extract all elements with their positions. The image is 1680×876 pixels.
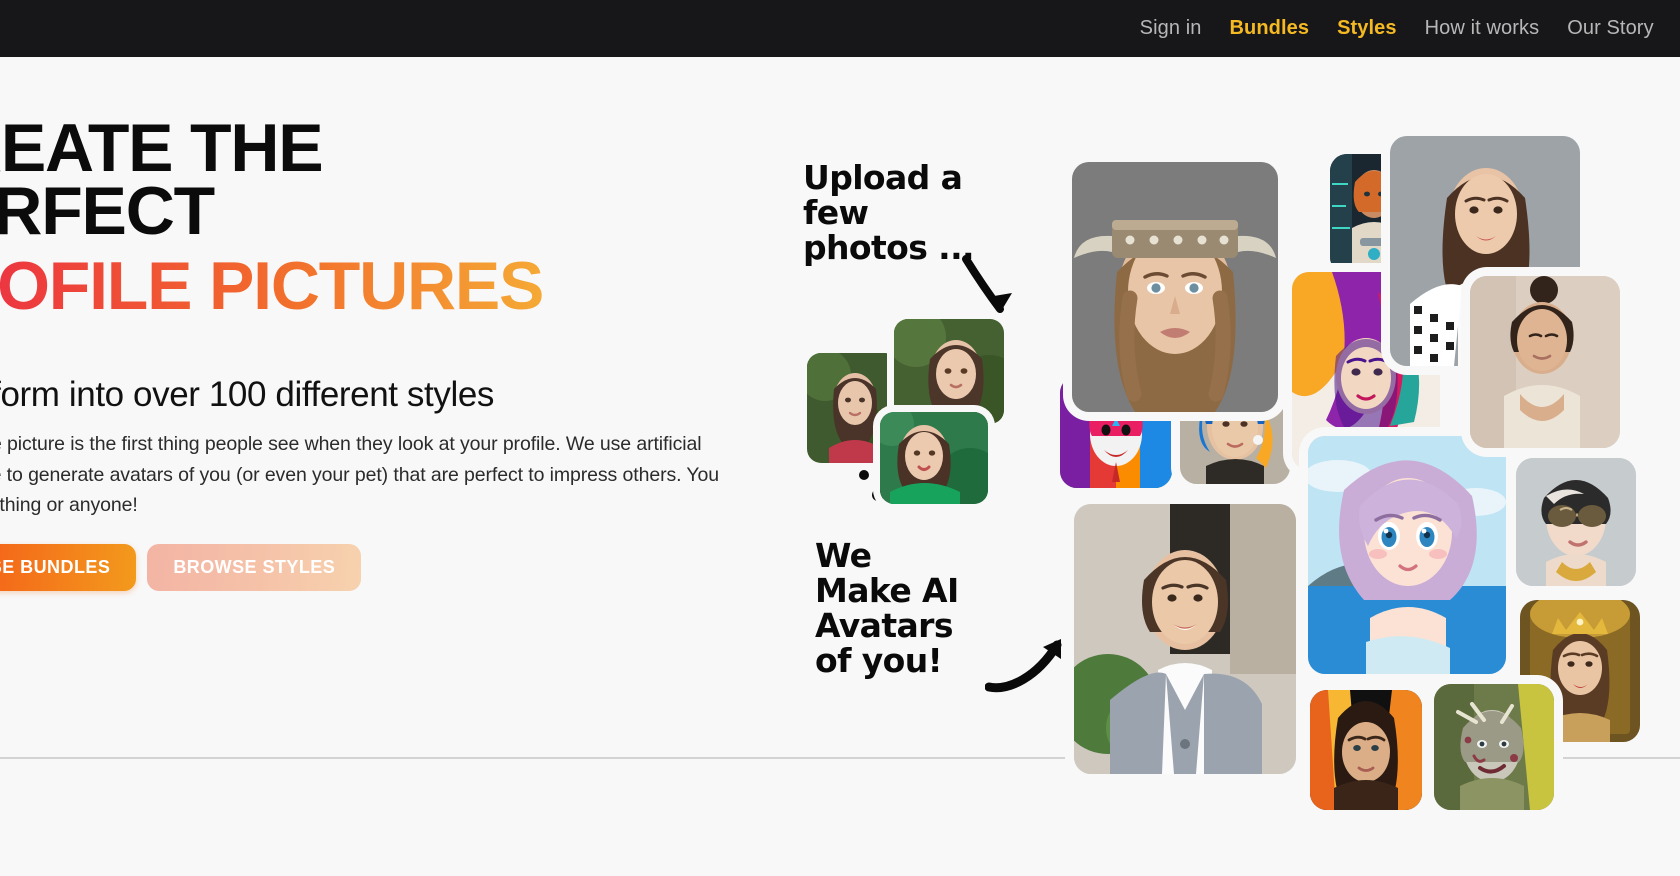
page-title-gradient: PROFILE PICTURES <box>0 251 544 323</box>
avatar-bun-hairstyle[interactable] <box>1470 276 1620 448</box>
top-navigation-bar: Sign in Bundles Styles How it works Our … <box>0 0 1680 57</box>
avatar-corporate-headshot[interactable] <box>1074 504 1296 774</box>
page-title-line-2: PERFECT <box>0 173 215 250</box>
nav-item-styles[interactable]: Styles <box>1323 0 1411 57</box>
page-title-line-1: CREATE THE <box>0 110 324 186</box>
nav-links-list: Sign in Bundles Styles How it works Our … <box>1126 0 1680 57</box>
avatar-viking-queen[interactable] <box>1072 162 1278 412</box>
browse-styles-button[interactable]: BROWSE STYLES <box>147 544 362 592</box>
hero-text-block: CREATE THE PERFECT PROFILE PICTURES Tran… <box>0 110 765 592</box>
avatar-sunglasses-illustration[interactable] <box>1516 458 1636 586</box>
nav-item-bundles[interactable]: Bundles <box>1215 0 1323 57</box>
avatar-fantasy-hood[interactable] <box>1310 690 1422 810</box>
ai-avatar-collage <box>1060 114 1680 814</box>
hero-body-copy: Your profile picture is the first thing … <box>0 433 720 516</box>
annotation-upload-a-few-photos: Upload a few photos ... <box>803 158 975 267</box>
upload-photo-3[interactable] <box>880 412 988 504</box>
nav-item-our-story[interactable]: Our Story <box>1553 0 1667 57</box>
below-fold-area <box>0 758 1680 876</box>
avatar-anime-beach[interactable] <box>1308 436 1506 674</box>
hero-subheadline: Transform into over 100 different styles <box>0 374 494 414</box>
nav-item-how-it-works[interactable]: How it works <box>1411 0 1554 57</box>
browse-bundles-button[interactable]: BROWSE BUNDLES <box>0 544 137 592</box>
hero-cta-row: BROWSE BUNDLES BROWSE STYLES <box>0 544 765 592</box>
avatar-zombie[interactable] <box>1434 684 1554 810</box>
nav-item-truncated[interactable]: F <box>1668 0 1680 57</box>
annotation-we-make-ai-avatars: We Make AI Avatars of you! <box>815 536 959 680</box>
upload-photo-2[interactable] <box>894 319 1004 424</box>
nav-item-sign-in[interactable]: Sign in <box>1126 0 1216 57</box>
hero-section: CREATE THE PERFECT PROFILE PICTURES Tran… <box>0 57 1680 810</box>
uploaded-photos-cluster <box>800 307 1030 507</box>
